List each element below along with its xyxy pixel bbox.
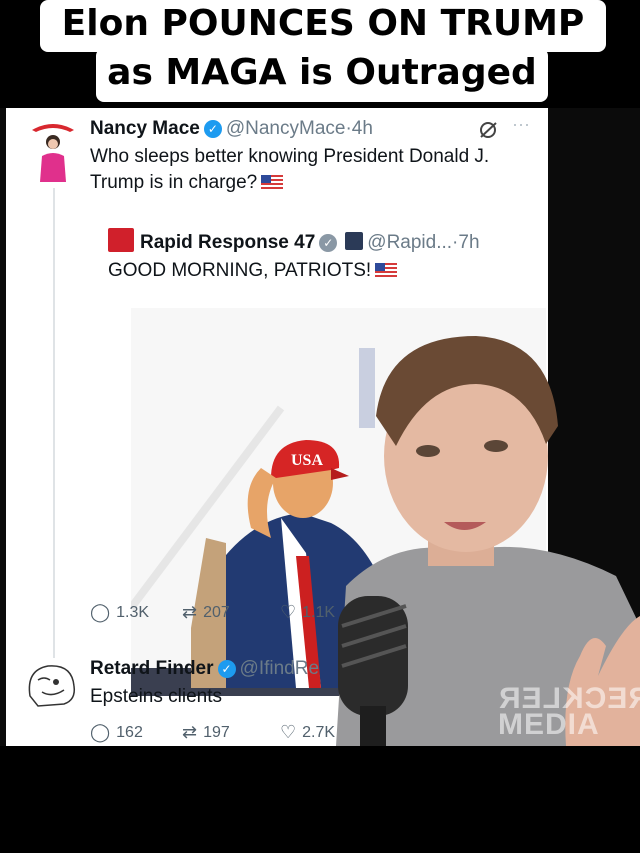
gray-verified-badge-icon: ✓ xyxy=(319,234,338,252)
quote-header[interactable]: Rapid Response 47 ✓ @Rapid...·7h xyxy=(108,228,480,254)
tweet-text-line-2: Trump is in charge? xyxy=(90,172,284,194)
retard-finder-avatar xyxy=(28,665,76,707)
quote-author-handle: @Rapid...·7h xyxy=(367,232,480,253)
tweet2-reply-button[interactable]: ◯ 162 xyxy=(90,722,143,743)
heart-icon: ♡ xyxy=(280,602,297,622)
media-watermark: RECKLER MEDIA xyxy=(498,682,640,741)
quote-text-row: GOOD MORNING, PATRIOTS! xyxy=(108,260,398,282)
hat-text: USA xyxy=(291,452,323,469)
tweet2-like-button[interactable]: ♡ 2.7K xyxy=(280,722,335,743)
tweet-text-line-1: Who sleeps better knowing President Dona… xyxy=(90,146,490,167)
video-frame: Nancy Mace ✓ @NancyMace·4h ··· Who sleeps … xyxy=(0,108,640,746)
quote-author-name: Rapid Response 47 xyxy=(140,232,316,253)
author-handle[interactable]: @NancyMace·4h xyxy=(226,118,373,139)
us-flag-icon xyxy=(261,175,284,189)
rapid-response-logo-icon xyxy=(108,228,134,252)
nancy-mace-avatar xyxy=(32,124,74,182)
reply-button[interactable]: ◯ 1.3K xyxy=(90,602,149,623)
tweet-header: Nancy Mace ✓ @NancyMace·4h xyxy=(90,118,373,140)
verified-badge-icon: ✓ xyxy=(217,660,236,678)
repost-icon: ⇄ xyxy=(182,722,198,742)
author-name[interactable]: Nancy Mace xyxy=(90,118,200,139)
reply-icon: ◯ xyxy=(90,722,111,742)
tweet2-header: Retard Finder ✓ @IfindRe xyxy=(90,658,319,680)
video-title-line-1: Elon POUNCES ON TRUMP xyxy=(40,0,606,52)
grok-icon[interactable] xyxy=(478,120,500,140)
tweet2-text: Epsteins clients xyxy=(90,686,223,707)
quote-text: GOOD MORNING, PATRIOTS! xyxy=(108,260,372,281)
repost-icon: ⇄ xyxy=(182,602,198,622)
tweet2-repost-button[interactable]: ⇄ 197 xyxy=(182,722,230,743)
heart-icon: ♡ xyxy=(280,722,297,742)
repost-button[interactable]: ⇄ 207 xyxy=(182,602,230,623)
more-icon[interactable]: ··· xyxy=(512,114,530,135)
white-house-affiliate-icon xyxy=(345,232,364,250)
reply-icon: ◯ xyxy=(90,602,111,622)
video-title-line-2: as MAGA is Outraged xyxy=(96,48,548,102)
tweet-text: Trump is in charge? xyxy=(90,172,258,193)
like-button[interactable]: ♡ 1.1K xyxy=(280,602,335,623)
us-flag-icon xyxy=(375,263,398,277)
tweet2-author-handle[interactable]: @IfindRe xyxy=(240,658,320,679)
tweet2-author-name[interactable]: Retard Finder xyxy=(90,658,214,679)
thread-line xyxy=(53,188,55,658)
verified-badge-icon: ✓ xyxy=(203,120,222,138)
